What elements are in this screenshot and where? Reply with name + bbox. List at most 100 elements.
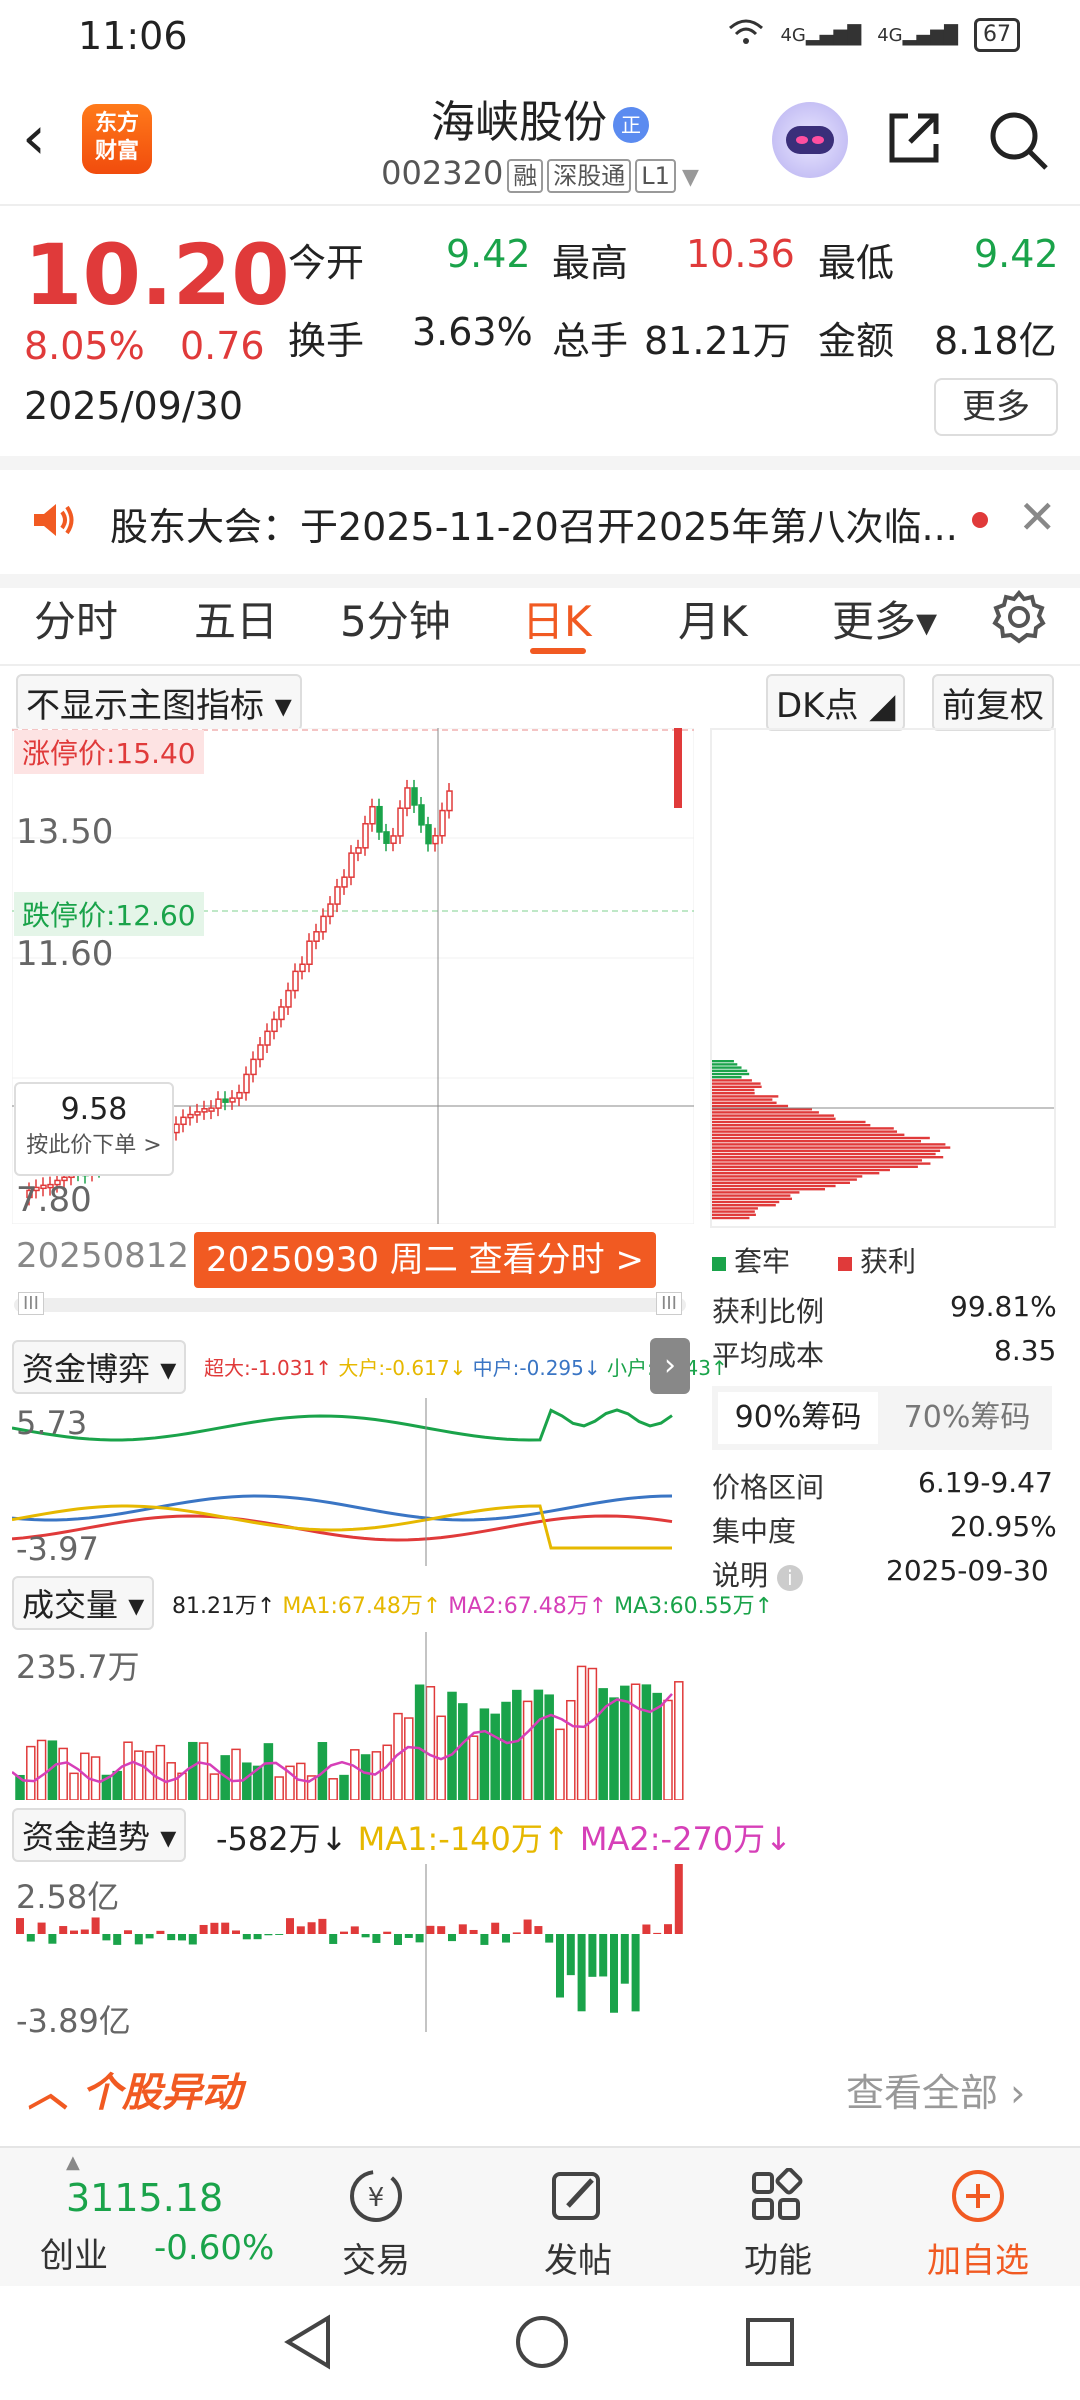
candle — [356, 848, 361, 853]
fund-game-ymax: 5.73 — [16, 1404, 87, 1442]
index-value[interactable]: 3115.18 — [66, 2176, 223, 2220]
back-button[interactable]: ‹ — [22, 108, 46, 168]
fund-game-chart[interactable]: 5.73 -3.97 — [12, 1398, 694, 1566]
fund-game-line — [12, 1516, 672, 1540]
chip-bar — [712, 1156, 943, 1158]
kline-chart[interactable]: 涨停价:15.40 13.50 跌停价:12.60 11.60 7.80 9.5… — [12, 728, 694, 1224]
volume-bar — [124, 1742, 132, 1800]
fund-trend-bar — [588, 1934, 596, 1977]
chip-bar — [712, 1201, 779, 1203]
chip-distribution-chart[interactable] — [710, 728, 1056, 1228]
volume-bar — [200, 1743, 208, 1800]
chip-bar — [712, 1098, 772, 1100]
candle — [188, 1115, 193, 1118]
index-name[interactable]: 创业 — [40, 2228, 108, 2277]
volume-legend: 81.21万↑ MA1:67.48万↑ MA2:67.48万↑ MA3:60.5… — [172, 1588, 773, 1620]
assistant-robot-icon[interactable] — [772, 102, 848, 178]
high-value: 10.36 — [686, 232, 795, 276]
home-circle-icon[interactable] — [512, 2312, 572, 2372]
dk-point-select[interactable]: DK点 ◢ — [766, 674, 905, 731]
nav-function[interactable]: 功能 — [708, 2168, 848, 2282]
chip-bar — [712, 1124, 870, 1126]
fund-trend-bar — [81, 1929, 89, 1934]
settings-gear-icon[interactable] — [990, 588, 1048, 650]
candle — [195, 1112, 200, 1115]
crosshair-price-box[interactable]: 9.58 按此价下单 > — [14, 1082, 174, 1176]
candle — [349, 853, 354, 877]
volume-bar — [135, 1751, 143, 1800]
index-change[interactable]: -0.60% — [154, 2228, 274, 2268]
profit-ratio-value: 99.81% — [950, 1290, 1057, 1323]
notice-text[interactable]: 股东大会：于2025-11-20召开2025年第八次临... — [110, 496, 958, 551]
share-icon[interactable] — [884, 108, 944, 168]
app-logo[interactable]: 东方 财富 — [82, 104, 152, 174]
fund-trend-bar — [664, 1924, 672, 1934]
expand-arrow-icon: ▲ — [66, 2152, 80, 2173]
fund-trend-bar — [470, 1930, 478, 1934]
tab-five-day[interactable]: 五日 — [194, 588, 278, 649]
tab-daily-k[interactable]: 日K — [522, 588, 592, 649]
fund-trend-bar — [405, 1934, 413, 1938]
fund-trend-bar — [318, 1919, 326, 1934]
volume-select[interactable]: 成交量 ▾ — [12, 1576, 154, 1630]
tab-intraday[interactable]: 分时 — [34, 588, 118, 649]
clock: 11:06 — [78, 14, 188, 58]
search-icon[interactable] — [986, 108, 1050, 172]
chip-bar — [712, 1210, 755, 1212]
volume-bar — [502, 1703, 510, 1800]
signal-icon: 4G▂▄▆█ — [780, 25, 861, 46]
volume-bar — [351, 1750, 359, 1800]
adjust-select[interactable]: 前复权 — [932, 674, 1054, 731]
candle — [181, 1117, 186, 1124]
more-button[interactable]: 更多 — [934, 378, 1058, 436]
fund-trend-select[interactable]: 资金趋势 ▾ — [12, 1808, 186, 1862]
nav-trade[interactable]: ¥ 交易 — [306, 2168, 446, 2282]
recents-square-icon[interactable] — [742, 2314, 798, 2370]
chip-bar — [712, 1121, 866, 1123]
fund-trend-bar — [38, 1923, 46, 1934]
fund-trend-bar — [491, 1923, 499, 1934]
range-value: 6.19-9.47 — [918, 1466, 1053, 1499]
close-icon[interactable]: ✕ — [1018, 490, 1057, 544]
concentration-label: 集中度 — [712, 1510, 796, 1550]
fund-game-ymin: -3.97 — [16, 1530, 99, 1568]
fund-trend-bar — [502, 1934, 510, 1943]
view-all-link[interactable]: 查看全部 › — [846, 2062, 1025, 2117]
chip-bar — [712, 1172, 879, 1174]
chart-scrollbar[interactable]: III III — [14, 1298, 686, 1312]
fund-trend-bar — [340, 1932, 348, 1934]
tab-more[interactable]: 更多▾ — [832, 588, 937, 649]
fund-trend-bar — [459, 1924, 467, 1934]
back-triangle-icon[interactable] — [280, 2312, 336, 2372]
notice-bar[interactable]: 股东大会：于2025-11-20召开2025年第八次临... ✕ — [0, 456, 1080, 588]
volume-bar — [275, 1777, 283, 1800]
tab-5min[interactable]: 5分钟 — [340, 588, 451, 649]
unread-dot — [972, 512, 988, 528]
volume-bar — [232, 1749, 240, 1800]
candle — [251, 1059, 256, 1074]
view-intraday-banner[interactable]: 20250930 周二 查看分时 > — [194, 1232, 656, 1288]
fund-trend-bar — [513, 1932, 521, 1934]
fund-trend-bar — [642, 1925, 650, 1934]
tab-chip-90[interactable]: 90%筹码 — [718, 1392, 878, 1444]
fund-trend-chart[interactable]: 2.58亿 -3.89亿 — [12, 1864, 694, 2032]
next-indicator-button[interactable]: › — [650, 1338, 690, 1394]
movers-title[interactable]: ︿ 个股异动 — [28, 2060, 242, 2118]
volume-bar — [405, 1718, 413, 1800]
svg-text:¥: ¥ — [368, 2183, 385, 2213]
nav-post[interactable]: 发帖 — [508, 2168, 648, 2282]
volume-chart[interactable]: 235.7万 — [12, 1632, 694, 1800]
note-date: 2025-09-30 — [886, 1554, 1049, 1587]
main-indicator-select[interactable]: 不显示主图指标 ▾ — [16, 674, 302, 731]
fund-trend-bar — [362, 1934, 370, 1937]
candle — [426, 825, 431, 844]
stock-header: 海峡股份正 002320 融深股通 L1 ▼ ‹ 东方 财富 — [0, 72, 1080, 206]
dropdown-icon[interactable]: ▼ — [682, 165, 699, 190]
tab-monthly-k[interactable]: 月K — [678, 588, 748, 649]
volume-bar — [416, 1685, 424, 1800]
fund-game-select[interactable]: 资金博弈 ▾ — [12, 1340, 186, 1394]
candle — [237, 1093, 242, 1098]
fund-trend-bar — [351, 1926, 359, 1934]
tab-chip-70[interactable]: 70%筹码 — [892, 1392, 1042, 1444]
nav-add-watchlist[interactable]: 加自选 — [908, 2168, 1048, 2282]
